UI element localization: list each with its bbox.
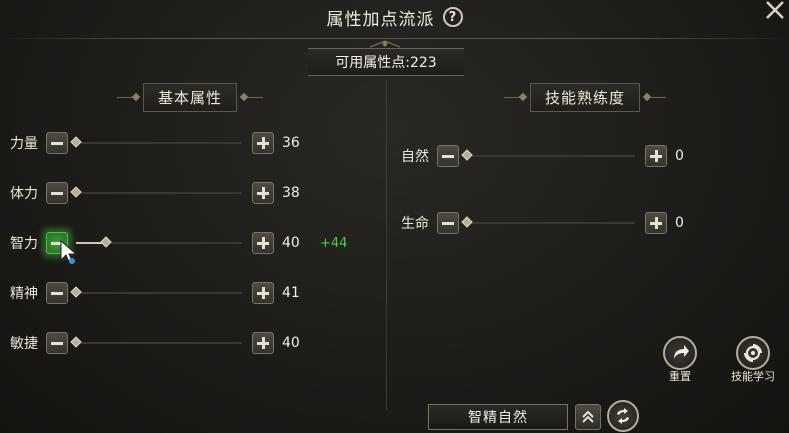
attribute-allocation-window: 属性加点流派 ? 可用属性点:223 基本属性 技能熟练度 力量 36 体力 38 智力… [0,0,789,433]
skill-proficiency-title: 技能熟练度 [529,82,640,112]
attribute-label: 精神 [10,286,38,302]
preset-expand-button[interactable] [575,404,601,430]
plus-icon [650,150,662,162]
available-points: 可用属性点:223 [308,48,464,76]
minus-icon [442,154,454,158]
attribute-row: 体力 38 [10,180,306,206]
ornament-right [646,96,666,98]
decrease-button[interactable] [46,182,68,204]
skill-label: 生命 [401,216,429,232]
attribute-slider[interactable] [70,136,242,148]
skill-learn-label: 技能学习 [731,370,775,383]
attribute-row: 精神 41 [10,280,306,306]
preset-name-box[interactable]: 智精自然 [428,404,568,430]
plus-icon [257,287,269,299]
attribute-value: 36 [282,135,300,151]
ornament-left [503,96,524,98]
reset-label: 重置 [669,370,691,383]
basic-attributes-header: 基本属性 [90,82,290,112]
increase-button[interactable] [645,145,667,167]
preset-swap-button[interactable] [607,400,639,432]
attribute-value: 41 [282,285,300,301]
skill-slider[interactable] [461,216,635,228]
slider-handle[interactable] [70,186,82,198]
ornament-icon [370,40,400,48]
minus-icon [51,191,63,195]
attribute-label: 智力 [10,236,38,252]
plus-icon [650,217,662,229]
attribute-slider[interactable] [76,236,242,248]
plus-icon [257,187,269,199]
attribute-bonus: +44 [320,235,348,251]
skill-slider[interactable] [461,149,635,161]
skill-value: 0 [675,215,684,231]
slider-handle[interactable] [100,236,112,248]
minus-icon [51,141,63,145]
plus-icon [257,137,269,149]
attribute-value: 40 [282,235,300,251]
swap-arrows-icon [617,408,629,424]
attribute-row: 敏捷 40 [10,330,306,356]
plus-icon [257,237,269,249]
attribute-value: 40 [282,335,300,351]
increase-button[interactable] [252,132,274,154]
increase-button[interactable] [252,182,274,204]
reset-button[interactable] [663,336,697,370]
skill-value: 0 [675,148,684,164]
skill-row: 生命 0 [401,210,699,236]
attribute-row: 力量 36 [10,130,306,156]
title-bar: 属性加点流派 ? [0,0,789,34]
title-divider [0,38,789,39]
skill-proficiency-header: 技能熟练度 [485,82,685,112]
attribute-slider[interactable] [70,336,242,348]
increase-button[interactable] [252,232,274,254]
double-chevron-up-icon [582,410,594,423]
decrease-button[interactable] [437,145,459,167]
slider-handle[interactable] [461,216,473,228]
mouse-cursor-icon [60,240,78,265]
slider-handle[interactable] [70,336,82,348]
decrease-button[interactable] [46,282,68,304]
minus-icon [51,341,63,345]
attribute-label: 敏捷 [10,336,38,352]
window-title: 属性加点流派 [326,9,435,30]
slider-handle[interactable] [70,286,82,298]
decrease-button[interactable] [46,332,68,354]
close-icon[interactable] [761,0,787,22]
ornament-right [243,96,263,98]
increase-button[interactable] [645,212,667,234]
decrease-button[interactable] [437,212,459,234]
help-icon[interactable]: ? [442,7,463,27]
slider-handle[interactable] [70,136,82,148]
attribute-value: 38 [282,185,300,201]
redo-arrow-icon [674,345,689,359]
minus-icon [442,221,454,225]
attribute-label: 力量 [10,136,38,152]
attribute-label: 体力 [10,186,38,202]
increase-button[interactable] [252,282,274,304]
basic-attributes-title: 基本属性 [142,82,237,112]
panel-divider [386,80,387,410]
increase-button[interactable] [252,332,274,354]
skill-row: 自然 0 [401,143,699,169]
plus-icon [257,337,269,349]
skill-label: 自然 [401,149,429,165]
decrease-button[interactable] [46,132,68,154]
swirl-icon [744,344,762,362]
minus-icon [51,291,63,295]
attribute-slider[interactable] [70,286,242,298]
attribute-slider[interactable] [70,186,242,198]
ornament-left [116,96,137,98]
slider-handle[interactable] [461,149,473,161]
skill-learn-button[interactable] [736,336,770,370]
